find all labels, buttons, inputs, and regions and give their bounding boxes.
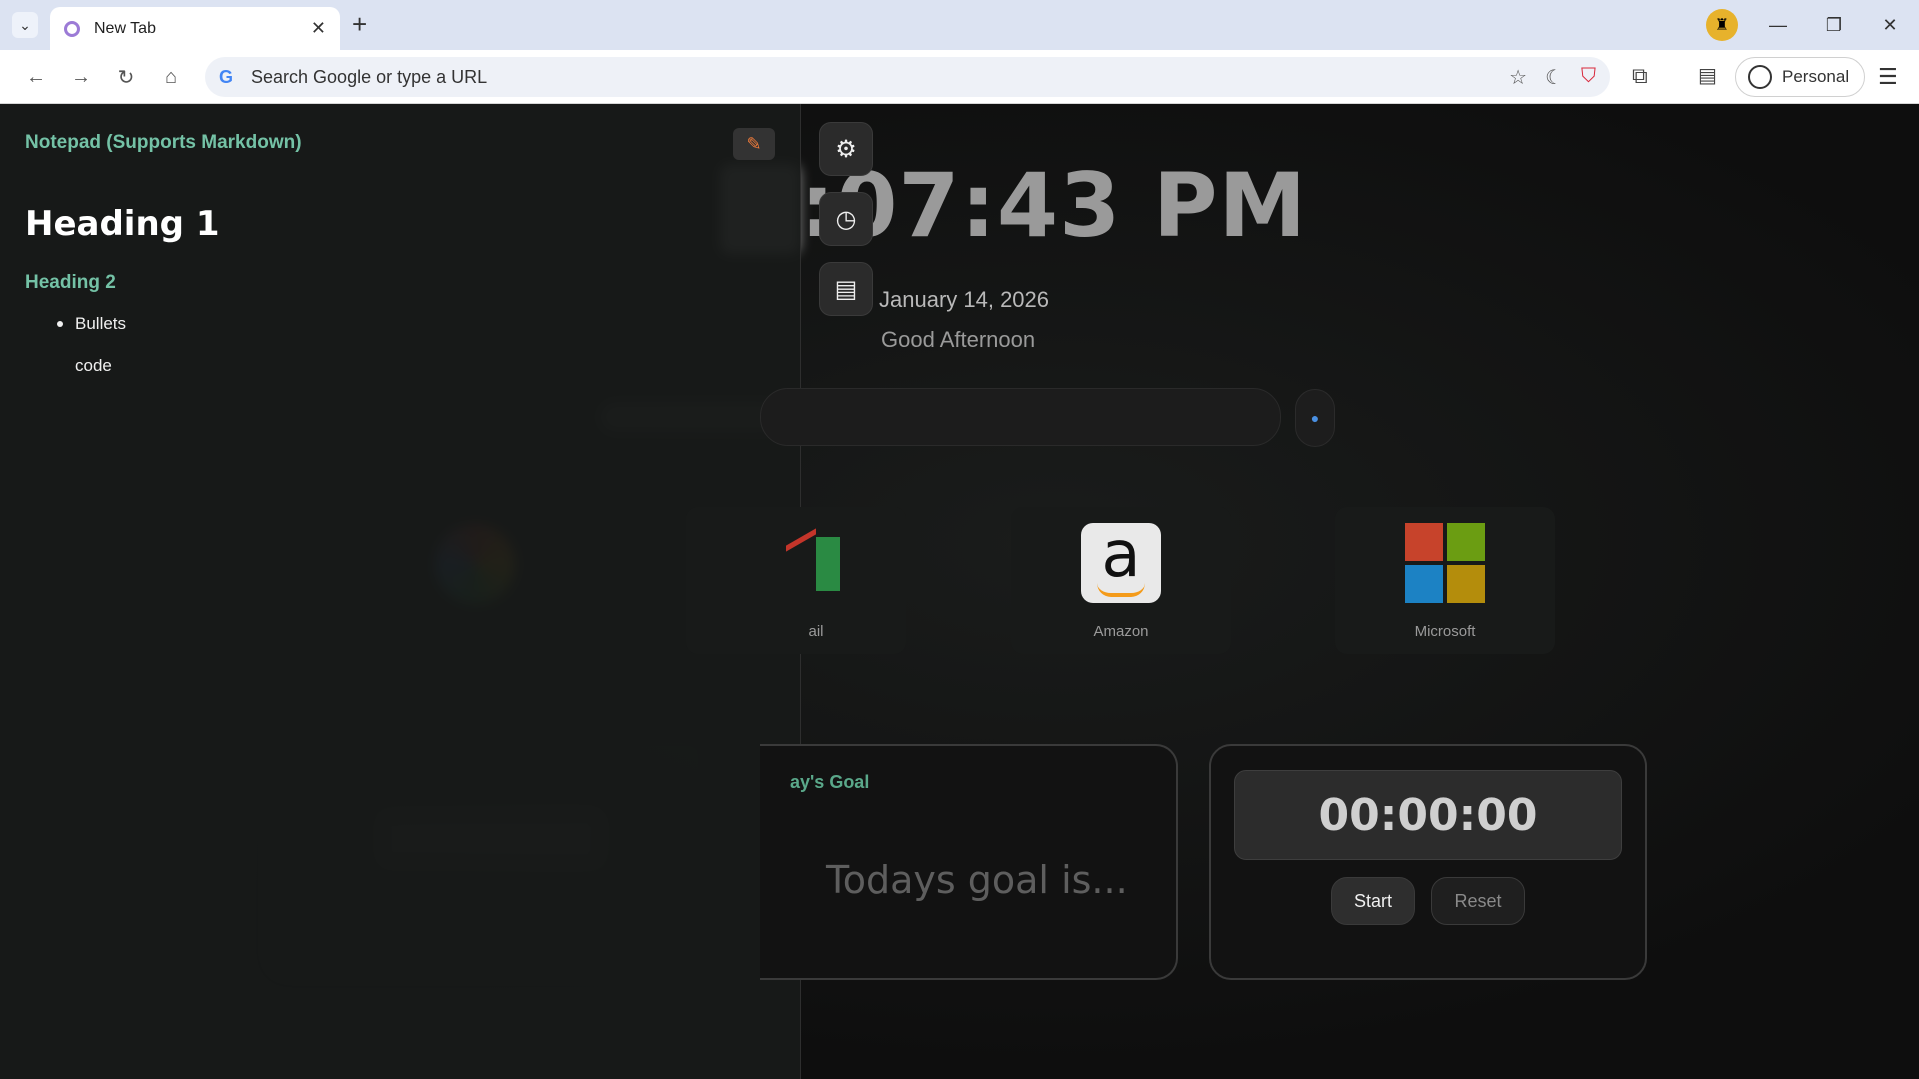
notepad-heading-1: Heading 1 — [25, 204, 220, 244]
compass-button[interactable]: ◷ — [819, 192, 873, 246]
shortcut-label: ail — [808, 623, 824, 640]
chevron-down-icon: ⌄ — [19, 16, 31, 33]
address-bar-placeholder: Search Google or type a URL — [251, 66, 488, 87]
new-tab-button[interactable]: + — [352, 10, 367, 38]
ms-square-yellow — [1447, 565, 1485, 603]
shortcut-label: Microsoft — [1414, 623, 1476, 640]
reading-list-icon[interactable]: ▤ — [1698, 63, 1717, 88]
bookmark-star-icon[interactable]: ☆ — [1509, 65, 1527, 90]
start-button[interactable]: Start — [1331, 877, 1415, 925]
ms-square-blue — [1405, 565, 1443, 603]
shortcut-label: Amazon — [1093, 623, 1149, 640]
browser-toolbar: ← → ↻ ⌂ G Search Google or type a URL ☆ … — [0, 50, 1919, 104]
amazon-smile-icon — [1097, 583, 1145, 597]
ms-square-green — [1447, 523, 1485, 561]
bullet-dot-icon — [57, 321, 63, 327]
profile-label: Personal — [1782, 67, 1850, 86]
search-icon: ● — [1310, 410, 1320, 426]
profile-button[interactable]: Personal — [1735, 57, 1865, 97]
restore-button[interactable]: ❐ — [1814, 10, 1854, 40]
clock-date: January 14, 2026 — [879, 287, 1050, 312]
tab-strip: ⌄ New Tab ✕ + ♜ — ❐ ✕ — [0, 0, 1919, 50]
microsoft-icon — [1405, 523, 1485, 603]
shortcut-amazon[interactable]: a Amazon — [1011, 507, 1231, 654]
shortcut-microsoft[interactable]: Microsoft — [1335, 507, 1555, 654]
tab-new-tab[interactable]: New Tab ✕ — [50, 7, 340, 50]
back-button[interactable]: ← — [22, 63, 50, 91]
tab-title: New Tab — [94, 19, 156, 37]
home-button[interactable]: ⌂ — [157, 63, 185, 91]
search-button[interactable]: ● — [1295, 389, 1335, 447]
minimize-button[interactable]: — — [1758, 10, 1798, 40]
tab-search-button[interactable]: ⌄ — [12, 12, 38, 38]
amazon-icon: a — [1081, 523, 1161, 603]
bullet-text: Bullets — [75, 314, 127, 333]
google-icon: G — [219, 66, 234, 87]
shield-icon[interactable]: ⛉ — [1581, 65, 1596, 90]
stopwatch-display: 00:00:00 — [1234, 770, 1622, 860]
close-icon[interactable]: ✕ — [311, 18, 326, 39]
notepad-button[interactable]: ▤ — [819, 262, 873, 316]
forward-button[interactable]: → — [67, 63, 95, 91]
settings-button[interactable]: ⚙ — [819, 122, 873, 176]
menu-icon[interactable]: ☰ — [1878, 64, 1898, 90]
incognito-avatar-icon[interactable]: ♜ — [1706, 9, 1738, 41]
person-icon — [1748, 65, 1772, 89]
close-window-button[interactable]: ✕ — [1870, 10, 1910, 40]
gear-icon: ⚙ — [835, 135, 857, 163]
shortcut-gmail[interactable]: ail — [686, 507, 906, 654]
pencil-icon: ✎ — [746, 133, 762, 154]
ms-square-red — [1405, 523, 1443, 561]
goal-input[interactable]: Todays goal is... — [826, 858, 1128, 902]
reset-button[interactable]: Reset — [1431, 877, 1525, 925]
edit-pencil-button[interactable]: ✎ — [733, 128, 775, 160]
notepad-panel: Notepad (Supports Markdown) ✎ Heading 1 … — [0, 104, 801, 1079]
notepad-title: Notepad (Supports Markdown) — [25, 132, 302, 153]
notepad-code: code — [75, 356, 112, 375]
address-bar[interactable]: G Search Google or type a URL ☆ ☾ ⛉ — [205, 57, 1610, 97]
notepad-icon: ▤ — [834, 275, 858, 303]
greeting-text: Good Afternoon — [881, 327, 1036, 352]
clock-time: :07:43 PM — [800, 154, 1308, 257]
dark-mode-moon-icon[interactable]: ☾ — [1545, 65, 1563, 90]
extensions-puzzle-icon[interactable]: ⧉ — [1632, 63, 1648, 89]
notepad-bullet-item: Bullets — [57, 314, 126, 334]
new-tab-favicon-icon — [64, 20, 80, 37]
reload-button[interactable]: ↻ — [112, 63, 140, 91]
gmail-icon-fragment — [786, 528, 816, 586]
notepad-heading-2: Heading 2 — [25, 272, 116, 293]
compass-icon: ◷ — [835, 205, 857, 233]
goal-title: ay's Goal — [790, 772, 870, 792]
search-input[interactable] — [760, 388, 1281, 446]
new-tab-page: Notepad (Supports Markdown) ✎ Heading 1 … — [0, 104, 1919, 1079]
gmail-icon — [816, 537, 840, 591]
